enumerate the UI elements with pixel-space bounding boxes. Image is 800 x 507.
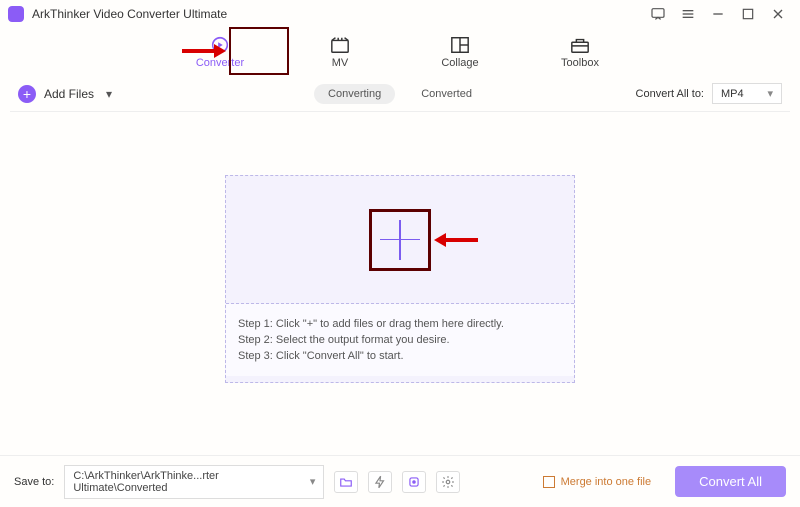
converter-icon: [209, 35, 231, 55]
tab-converter[interactable]: Converter: [190, 29, 250, 75]
app-logo: [8, 6, 24, 22]
tab-collage[interactable]: Collage: [430, 29, 490, 75]
collage-icon: [449, 35, 471, 55]
step-1: Step 1: Click "+" to add files or drag t…: [238, 318, 562, 330]
instruction-steps: Step 1: Click "+" to add files or drag t…: [226, 304, 574, 376]
tab-converted[interactable]: Converted: [407, 84, 486, 104]
tab-mv[interactable]: MV: [310, 29, 370, 75]
toolbox-icon: [569, 35, 591, 55]
bottom-bar: Save to: C:\ArkThinker\ArkThinke...rter …: [0, 455, 800, 507]
save-to-label: Save to:: [14, 476, 54, 488]
feedback-icon[interactable]: [650, 6, 666, 22]
chevron-down-icon: ▾: [767, 87, 773, 100]
merge-label: Merge into one file: [561, 476, 652, 488]
step-3: Step 3: Click "Convert All" to start.: [238, 350, 562, 362]
status-tabs: Converting Converted: [314, 84, 486, 104]
tab-converting[interactable]: Converting: [314, 84, 395, 104]
high-speed-button[interactable]: [402, 471, 426, 493]
convert-all-button[interactable]: Convert All: [675, 466, 786, 497]
chevron-down-icon: ▾: [106, 87, 112, 101]
merge-checkbox[interactable]: Merge into one file: [543, 476, 652, 488]
menu-icon[interactable]: [680, 6, 696, 22]
maximize-button[interactable]: [740, 6, 756, 22]
tab-collage-label: Collage: [441, 57, 478, 69]
convert-all-to: Convert All to: MP4 ▾: [636, 83, 782, 104]
chevron-down-icon: ▾: [310, 475, 316, 488]
hardware-accel-button[interactable]: [368, 471, 392, 493]
top-nav: Converter MV Collage Toolbox: [0, 28, 800, 76]
add-files-label: Add Files: [44, 87, 94, 101]
step-2: Step 2: Select the output format you des…: [238, 334, 562, 346]
tab-converter-label: Converter: [196, 57, 244, 69]
window-controls: [650, 6, 792, 22]
minimize-button[interactable]: [710, 6, 726, 22]
tab-toolbox[interactable]: Toolbox: [550, 29, 610, 75]
add-files-button[interactable]: + Add Files ▾: [18, 85, 112, 103]
drop-zone[interactable]: [226, 176, 574, 304]
checkbox-icon: [543, 476, 555, 488]
plus-icon: +: [18, 85, 36, 103]
app-title: ArkThinker Video Converter Ultimate: [32, 7, 650, 21]
drop-area: Step 1: Click "+" to add files or drag t…: [225, 175, 575, 383]
output-format-value: MP4: [721, 88, 744, 100]
output-format-select[interactable]: MP4 ▾: [712, 83, 782, 104]
settings-button[interactable]: [436, 471, 460, 493]
close-button[interactable]: [770, 6, 786, 22]
add-files-plus[interactable]: [372, 212, 428, 268]
toolbar: + Add Files ▾ Converting Converted Conve…: [10, 76, 790, 112]
open-folder-button[interactable]: [334, 471, 358, 493]
convert-all-to-label: Convert All to:: [636, 88, 704, 100]
tab-toolbox-label: Toolbox: [561, 57, 599, 69]
titlebar: ArkThinker Video Converter Ultimate: [0, 0, 800, 28]
save-path-value: C:\ArkThinker\ArkThinke...rter Ultimate\…: [73, 470, 309, 494]
mv-icon: [329, 35, 351, 55]
save-path-select[interactable]: C:\ArkThinker\ArkThinke...rter Ultimate\…: [64, 465, 324, 499]
tab-mv-label: MV: [332, 57, 349, 69]
